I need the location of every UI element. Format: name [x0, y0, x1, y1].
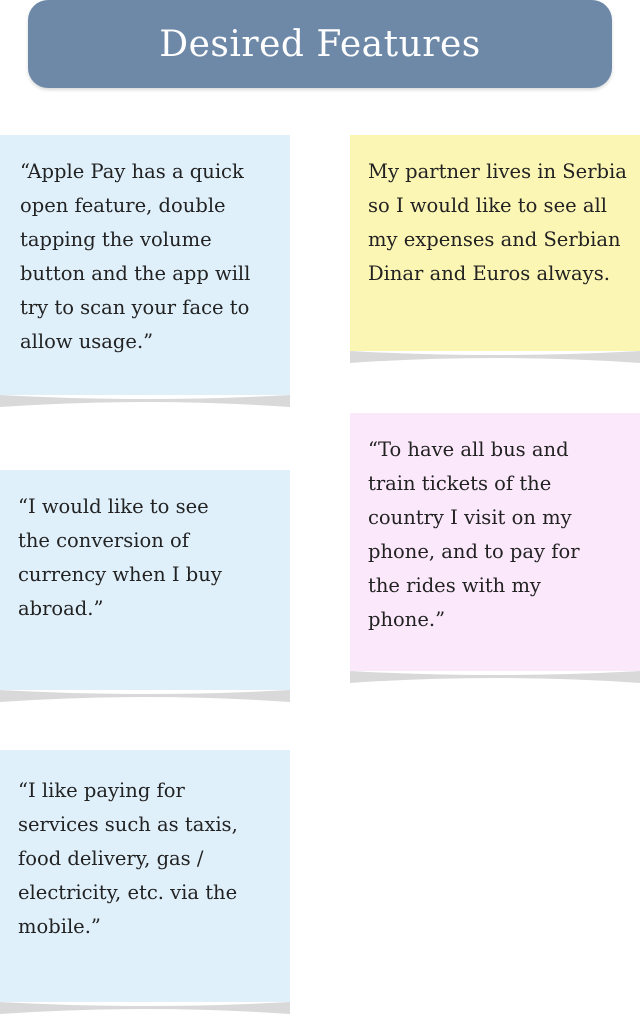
sticky-note-text: My partner lives in Serbia so I would li… [368, 160, 627, 285]
sticky-note-text: “I like paying for services such as taxi… [18, 779, 238, 938]
sticky-note-apple-pay: “Apple Pay has a quick open feature, dou… [0, 135, 290, 411]
sticky-note-paper: “To have all bus and train tickets of th… [350, 413, 640, 671]
sticky-note-text: “To have all bus and train tickets of th… [368, 438, 580, 631]
sticky-note-paper: “Apple Pay has a quick open feature, dou… [0, 135, 290, 395]
desired-features-header: Desired Features [28, 0, 612, 88]
sticky-note-currency-conversion: “I would like to see the conversion of c… [0, 470, 290, 706]
sticky-note-curl-shadow [350, 349, 640, 365]
sticky-note-paper: My partner lives in Serbia so I would li… [350, 135, 640, 351]
sticky-note-text: “I would like to see the conversion of c… [18, 495, 222, 620]
sticky-note-curl-shadow [0, 688, 290, 704]
sticky-note-paper: “I like paying for services such as taxi… [0, 750, 290, 1002]
sticky-note-curl-shadow [0, 1000, 290, 1016]
page-title: Desired Features [159, 23, 481, 65]
sticky-note-transport-tickets: “To have all bus and train tickets of th… [350, 413, 640, 687]
sticky-note-curl-shadow [350, 669, 640, 685]
sticky-note-mobile-payments: “I like paying for services such as taxi… [0, 750, 290, 1017]
sticky-note-paper: “I would like to see the conversion of c… [0, 470, 290, 690]
sticky-note-text: “Apple Pay has a quick open feature, dou… [20, 160, 251, 353]
sticky-note-curl-shadow [0, 393, 290, 409]
sticky-note-serbia: My partner lives in Serbia so I would li… [350, 135, 640, 367]
